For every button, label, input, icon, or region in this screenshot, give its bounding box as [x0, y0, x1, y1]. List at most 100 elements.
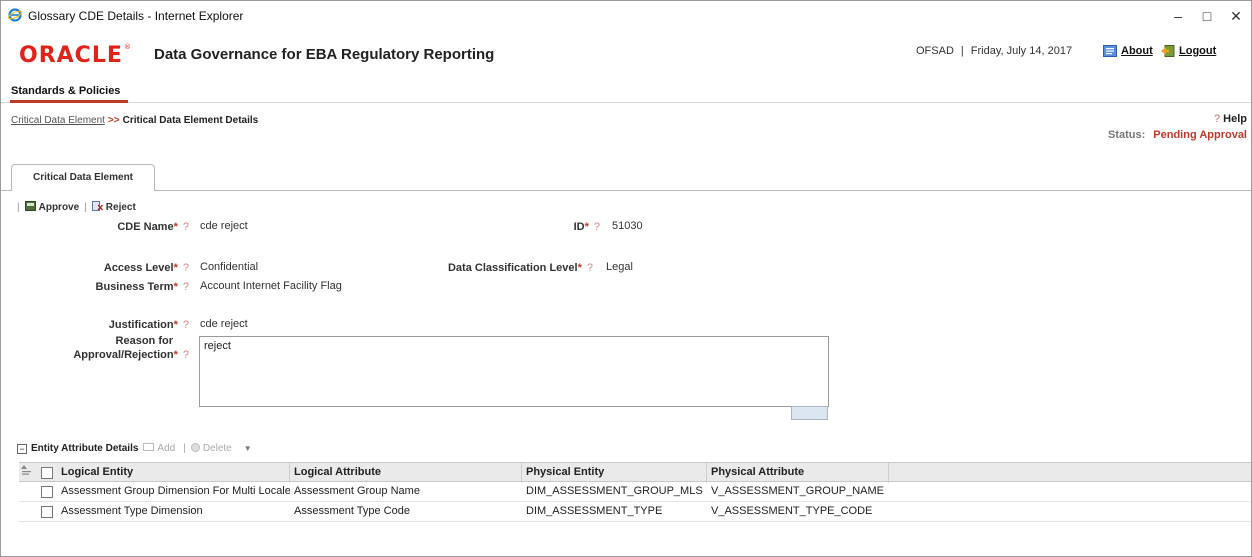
business-term-help-icon[interactable]: ? [183, 281, 189, 293]
column-header-physical-entity[interactable]: Physical Entity [522, 463, 707, 483]
status-value: Pending Approval [1153, 129, 1247, 141]
cell-logical-entity: Assessment Group Dimension For Multi Loc… [61, 485, 290, 497]
delete-label[interactable]: Delete [203, 443, 232, 454]
action-toolbar: | Approve | Reject [17, 201, 136, 213]
registered-mark: ® [123, 43, 132, 51]
minimize-button[interactable]: – [1164, 5, 1192, 27]
app-title: Data Governance for EBA Regulatory Repor… [154, 46, 495, 63]
business-term-value: Account Internet Facility Flag [200, 280, 342, 292]
column-header-logical-entity[interactable]: Logical Entity [57, 463, 290, 483]
row-checkbox[interactable] [41, 506, 53, 518]
cell-physical-entity: DIM_ASSESSMENT_GROUP_MLS [526, 485, 703, 497]
tab-divider [1, 190, 1251, 191]
access-level-label-text: Access Level [103, 262, 174, 274]
textarea-resize-handle[interactable] [791, 406, 828, 420]
about-label[interactable]: About [1121, 45, 1153, 57]
tab-critical-data-element[interactable]: Critical Data Element [11, 164, 155, 191]
table-row[interactable]: Assessment Type Dimension Assessment Typ… [19, 502, 1251, 522]
table-row[interactable]: Assessment Group Dimension For Multi Loc… [19, 482, 1251, 502]
grid-header-row: Logical Entity Logical Attribute Physica… [19, 462, 1251, 483]
reason-label-line1: Reason for [115, 335, 173, 347]
entity-attribute-toolbar: − Entity Attribute Details Add | Delete ▼ [17, 443, 252, 454]
required-mark: * [577, 262, 582, 274]
data-classification-label-text: Data Classification Level [447, 262, 578, 274]
nav-divider [1, 102, 1251, 103]
breadcrumb: Critical Data Element >> Critical Data Ele… [11, 115, 258, 126]
justification-value: cde reject [200, 318, 248, 330]
cde-name-label-text: CDE Name [117, 221, 174, 233]
row-checkbox[interactable] [41, 486, 53, 498]
internet-explorer-icon [8, 8, 22, 22]
reject-label[interactable]: Reject [106, 202, 136, 213]
data-classification-help-icon[interactable]: ? [587, 262, 593, 274]
required-mark: * [584, 221, 589, 233]
logout-icon [1161, 45, 1175, 58]
close-window-button[interactable]: ✕ [1222, 5, 1250, 27]
column-header-logical-attribute[interactable]: Logical Attribute [290, 463, 522, 483]
breadcrumb-parent-link[interactable]: Critical Data Element [11, 115, 105, 126]
help-label[interactable]: Help [1223, 113, 1247, 125]
collapse-icon[interactable]: − [17, 444, 27, 454]
reject-button[interactable]: Reject [91, 201, 136, 213]
sort-icon[interactable] [19, 463, 39, 483]
required-mark: * [173, 349, 178, 361]
oracle-logo: ORACLE® [19, 43, 132, 68]
delete-icon [190, 443, 200, 452]
about-link[interactable]: About [1103, 45, 1153, 58]
cde-name-label: CDE Name*? [117, 221, 189, 233]
business-term-label: Business Term*? [96, 281, 189, 293]
current-date: Friday, July 14, 2017 [970, 45, 1073, 57]
help-icon: ? [1214, 113, 1221, 125]
column-header-physical-attribute[interactable]: Physical Attribute [707, 463, 889, 483]
help-link[interactable]: ? Help [1214, 113, 1247, 125]
reason-help-icon[interactable]: ? [183, 349, 189, 361]
sort-glyph-icon [21, 465, 31, 475]
reject-icon [91, 201, 103, 211]
justification-help-icon[interactable]: ? [183, 319, 189, 331]
toolbar-separator: | [17, 202, 20, 213]
required-mark: * [173, 262, 178, 274]
reason-label-line2: Approval/Rejection*? [73, 348, 189, 362]
access-level-value: Confidential [200, 261, 259, 273]
nav-tab-standards-policies[interactable]: Standards & Policies [10, 81, 129, 103]
required-mark: * [173, 281, 178, 293]
toolbar-separator: | [183, 443, 186, 454]
id-label: ID*? [574, 221, 600, 233]
add-label[interactable]: Add [157, 443, 175, 454]
delete-button[interactable]: Delete [190, 443, 232, 454]
access-level-help-icon[interactable]: ? [183, 262, 189, 274]
access-level-label: Access Level*? [104, 262, 189, 274]
approve-label[interactable]: Approve [39, 202, 80, 213]
window-title: Glossary CDE Details - Internet Explorer [28, 9, 244, 23]
approve-button[interactable]: Approve [24, 201, 80, 213]
user-info: OFSAD | Friday, July 14, 2017 [916, 45, 1072, 57]
reason-textarea[interactable]: reject [199, 336, 829, 407]
maximize-button[interactable]: □ [1193, 5, 1221, 27]
approve-icon [24, 201, 36, 211]
id-help-icon[interactable]: ? [594, 221, 600, 233]
entity-attribute-title: Entity Attribute Details [31, 443, 139, 454]
justification-label-text: Justification [108, 319, 174, 331]
cde-name-value: cde reject [200, 220, 248, 232]
filter-icon[interactable]: ▼ [244, 444, 252, 453]
cell-logical-entity: Assessment Type Dimension [61, 505, 203, 517]
id-label-text: ID [573, 221, 585, 233]
cell-physical-entity: DIM_ASSESSMENT_TYPE [526, 505, 663, 517]
business-term-label-text: Business Term [95, 281, 174, 293]
breadcrumb-separator: >> [107, 115, 120, 126]
cde-name-help-icon[interactable]: ? [183, 221, 189, 233]
data-classification-label: Data Classification Level*? [448, 262, 593, 274]
add-button[interactable]: Add [143, 443, 175, 454]
justification-label: Justification*? [109, 319, 189, 331]
window-titlebar: Glossary CDE Details - Internet Explorer… [1, 1, 1251, 31]
cell-physical-attribute: V_ASSESSMENT_TYPE_CODE [711, 505, 873, 517]
about-icon [1103, 45, 1117, 58]
cell-logical-attribute: Assessment Group Name [294, 485, 420, 497]
select-all-checkbox[interactable] [41, 467, 53, 479]
header-separator: | [960, 45, 964, 57]
data-classification-value: Legal [606, 261, 633, 273]
toolbar-separator: | [84, 202, 87, 213]
required-mark: * [173, 221, 178, 233]
logout-link[interactable]: Logout [1161, 45, 1216, 58]
logout-label[interactable]: Logout [1179, 45, 1216, 57]
